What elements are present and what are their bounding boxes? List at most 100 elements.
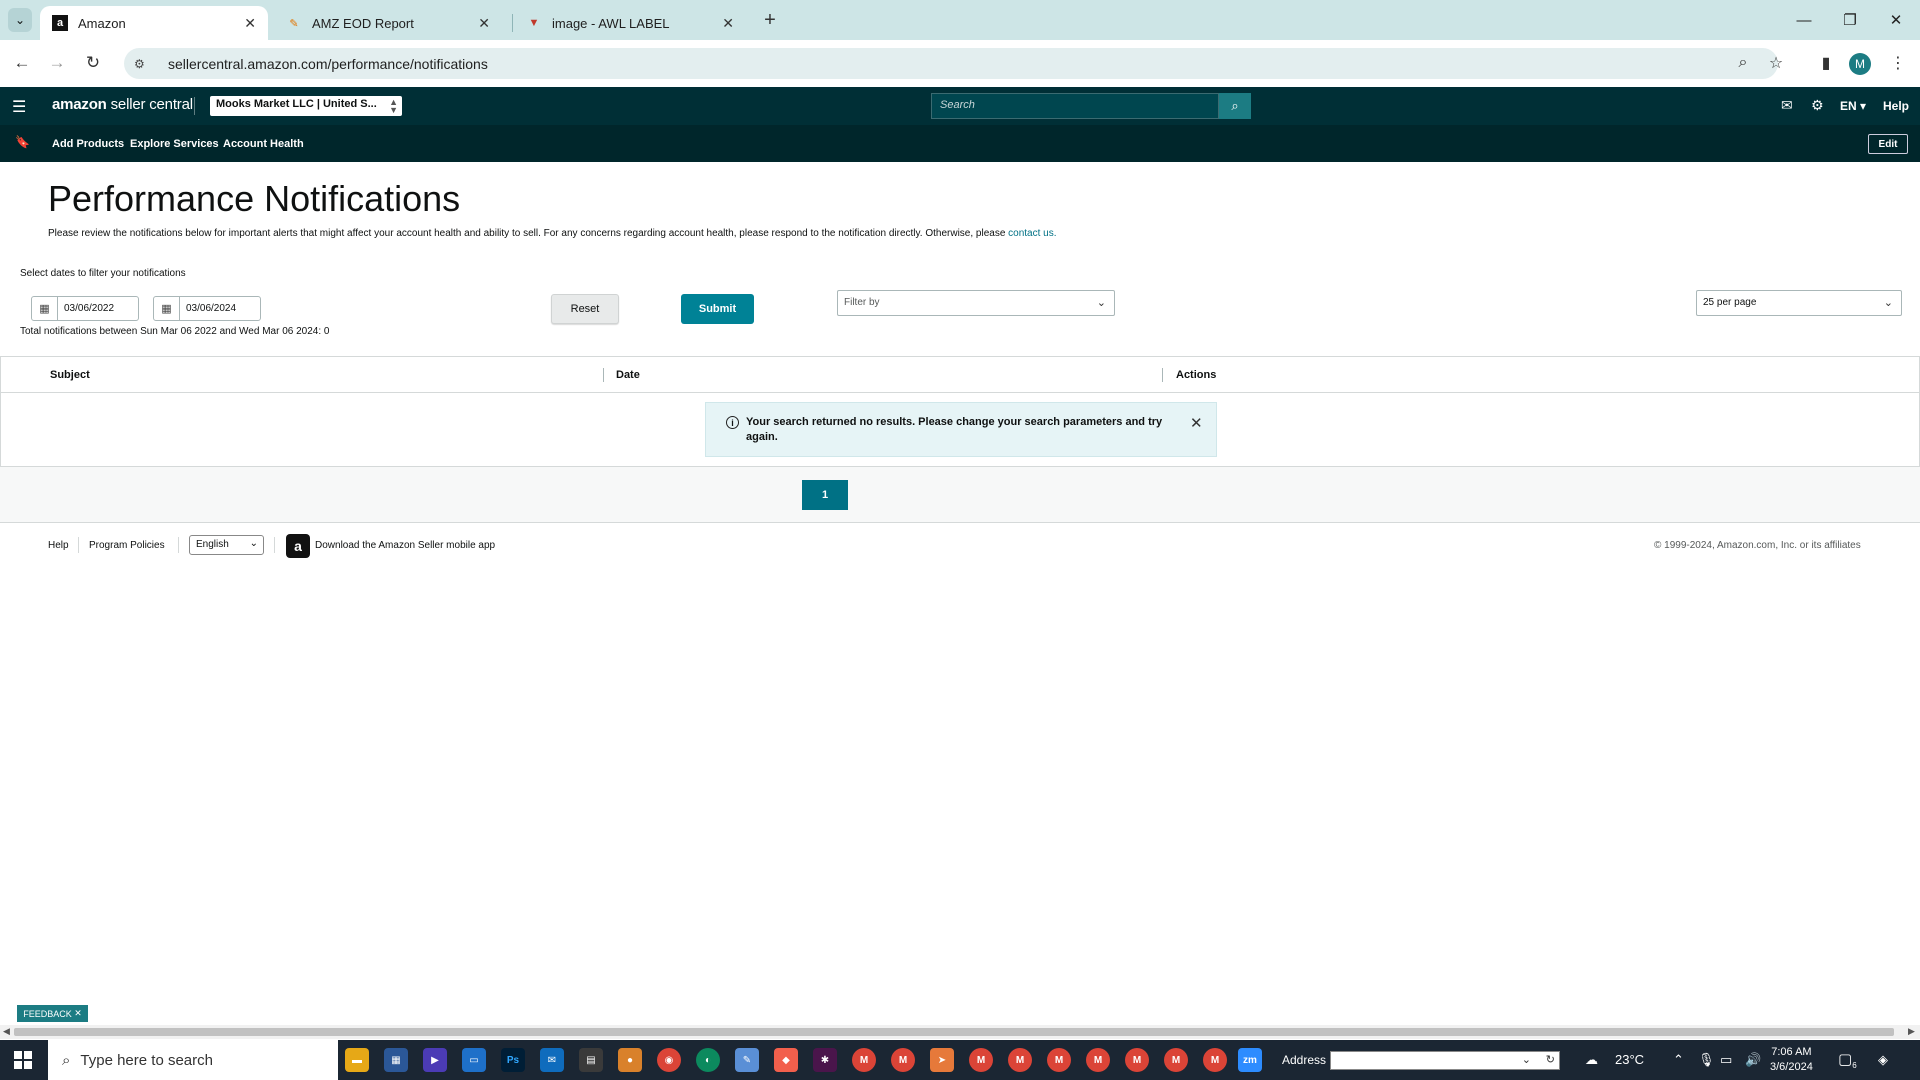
site-settings-icon[interactable]: ⚙ [134,57,152,71]
page-1-button[interactable]: 1 [802,480,848,510]
tab-amazon[interactable]: a Amazon ✕ [40,6,268,40]
taskbar-search-input[interactable]: ⌕ Type here to search [48,1040,338,1080]
chrome-profile-icon[interactable]: M [1086,1048,1110,1072]
language-selector[interactable]: EN ▾ [1840,99,1866,113]
amazon-app-icon[interactable]: a [286,534,310,558]
volume-icon[interactable]: 🔊 [1745,1052,1761,1068]
close-icon[interactable]: ✕ [244,15,256,32]
weather-icon[interactable]: ☁ [1585,1052,1598,1068]
minimize-button[interactable]: — [1792,8,1816,32]
scroll-left-icon[interactable]: ◀ [3,1026,10,1037]
reload-button[interactable]: ↻ [80,50,106,76]
column-subject[interactable]: Subject [50,369,90,381]
header-search-input[interactable]: Search [931,93,1219,119]
calculator-icon[interactable]: ▤ [579,1048,603,1072]
chevron-down-icon[interactable]: ⌄ [1522,1053,1531,1066]
chrome-profile-icon[interactable]: M [852,1048,876,1072]
footer-language-select[interactable]: English ⌄ [189,535,264,555]
chrome-profile-icon[interactable]: M [1047,1048,1071,1072]
calendar-icon[interactable]: ▦ [154,297,180,320]
mail-icon[interactable]: ✉ [1781,97,1793,114]
address-bar[interactable]: ⚙ sellercentral.amazon.com/performance/n… [124,48,1778,79]
column-date[interactable]: Date [616,369,640,381]
edit-nav-button[interactable]: Edit [1868,134,1908,154]
back-button[interactable]: ← [9,50,35,76]
close-icon[interactable]: ✕ [478,15,490,32]
nav-add-products[interactable]: Add Products [52,138,124,150]
date-from-field[interactable]: ▦ 03/06/2022 [31,296,139,321]
account-switcher[interactable]: Mooks Market LLC | United S... ▲ ▼ [210,96,402,116]
seller-central-logo[interactable]: amazon seller central [52,96,193,113]
date-to-field[interactable]: ▦ 03/06/2024 [153,296,261,321]
filter-by-select[interactable]: Filter by ⌄ [837,290,1115,316]
browser-menu-button[interactable]: ⋮ [1885,50,1911,76]
header-search-button[interactable]: ⌕ [1219,93,1251,119]
microphone-icon[interactable]: 🎙 [1698,1052,1715,1068]
calendar-icon[interactable]: ▦ [32,297,58,320]
notes-icon[interactable]: ✎ [735,1048,759,1072]
close-icon[interactable]: ✕ [74,1008,82,1019]
network-icon[interactable]: ▭ [1720,1052,1732,1068]
url-text[interactable]: sellercentral.amazon.com/performance/not… [168,56,488,72]
tab-amz-eod-report[interactable]: ✎ AMZ EOD Report ✕ [274,6,502,40]
download-app-link[interactable]: Download the Amazon Seller mobile app [315,540,495,551]
chrome-profile-icon[interactable]: M [1164,1048,1188,1072]
zoom-button[interactable]: ⌕ [1730,50,1756,76]
side-panel-button[interactable]: ▮ [1813,50,1839,76]
search-icon: ⌕ [62,1051,71,1069]
nav-account-health[interactable]: Account Health [223,138,304,150]
close-icon[interactable]: ✕ [1190,414,1203,432]
go-icon[interactable]: ↻ [1546,1053,1555,1066]
store-icon[interactable]: ▦ [384,1048,408,1072]
chrome-profile-icon[interactable]: M [891,1048,915,1072]
profile-avatar[interactable]: M [1849,53,1871,75]
footer-program-policies-link[interactable]: Program Policies [89,540,165,551]
chrome-profile-icon[interactable]: M [969,1048,993,1072]
tab-search-button[interactable]: ⌄ [8,8,32,32]
scrollbar-thumb[interactable] [14,1028,1894,1036]
hamburger-menu-icon[interactable]: ☰ [12,97,26,117]
column-actions[interactable]: Actions [1176,369,1216,381]
scroll-right-icon[interactable]: ▶ [1908,1026,1915,1037]
nav-explore-services[interactable]: Explore Services [130,138,219,150]
chevron-up-icon[interactable]: ⌃ [1673,1052,1684,1068]
windows-start-icon[interactable] [14,1051,32,1069]
weather-temperature[interactable]: 23°C [1615,1052,1644,1067]
horizontal-scrollbar[interactable]: ◀ ▶ [0,1025,1920,1039]
gear-icon[interactable]: ⚙ [1811,97,1824,114]
slack-icon[interactable]: ✱ [813,1048,837,1072]
submit-button[interactable]: Submit [681,294,754,324]
chrome-profile-icon[interactable]: M [1125,1048,1149,1072]
copilot-icon[interactable]: ◈ [1878,1052,1888,1068]
edge-icon[interactable]: ◐ [696,1048,720,1072]
tab-awl-label[interactable]: ▼ image - AWL LABEL ✕ [514,6,746,40]
per-page-select[interactable]: 25 per page ⌄ [1696,290,1902,316]
bookmark-star-button[interactable]: ☆ [1763,50,1789,76]
chrome-profile-icon[interactable]: M [1203,1048,1227,1072]
app-icon[interactable]: ● [618,1048,642,1072]
help-link[interactable]: Help [1883,99,1909,113]
contact-us-link[interactable]: contact us. [1008,228,1056,239]
reset-button[interactable]: Reset [551,294,619,324]
notification-center-icon[interactable]: ▢6 [1838,1050,1857,1070]
zoom-app-icon[interactable]: zm [1238,1048,1262,1072]
media-icon[interactable]: ▶ [423,1048,447,1072]
chrome-icon[interactable]: ◉ [657,1048,681,1072]
file-explorer-icon[interactable]: ▬ [345,1048,369,1072]
close-window-button[interactable]: ✕ [1884,8,1908,32]
feedback-button[interactable]: FEEDBACK ✕ [17,1005,88,1022]
remote-desktop-icon[interactable]: ▭ [462,1048,486,1072]
mail-app-icon[interactable]: ✉ [540,1048,564,1072]
close-icon[interactable]: ✕ [722,15,734,32]
taskbar-clock[interactable]: 7:06 AM 3/6/2024 [1770,1045,1813,1075]
restore-button[interactable]: ❐ [1838,8,1862,32]
telegram-icon[interactable]: ➤ [930,1048,954,1072]
address-toolbar-input[interactable]: ⌄ ↻ [1330,1051,1560,1070]
photoshop-icon[interactable]: Ps [501,1048,525,1072]
bookmark-icon[interactable]: 🔖 [15,135,30,149]
chrome-profile-icon[interactable]: M [1008,1048,1032,1072]
footer-help-link[interactable]: Help [48,540,69,551]
forward-button[interactable]: → [44,50,70,76]
app-icon[interactable]: ◆ [774,1048,798,1072]
new-tab-button[interactable]: + [758,8,782,32]
